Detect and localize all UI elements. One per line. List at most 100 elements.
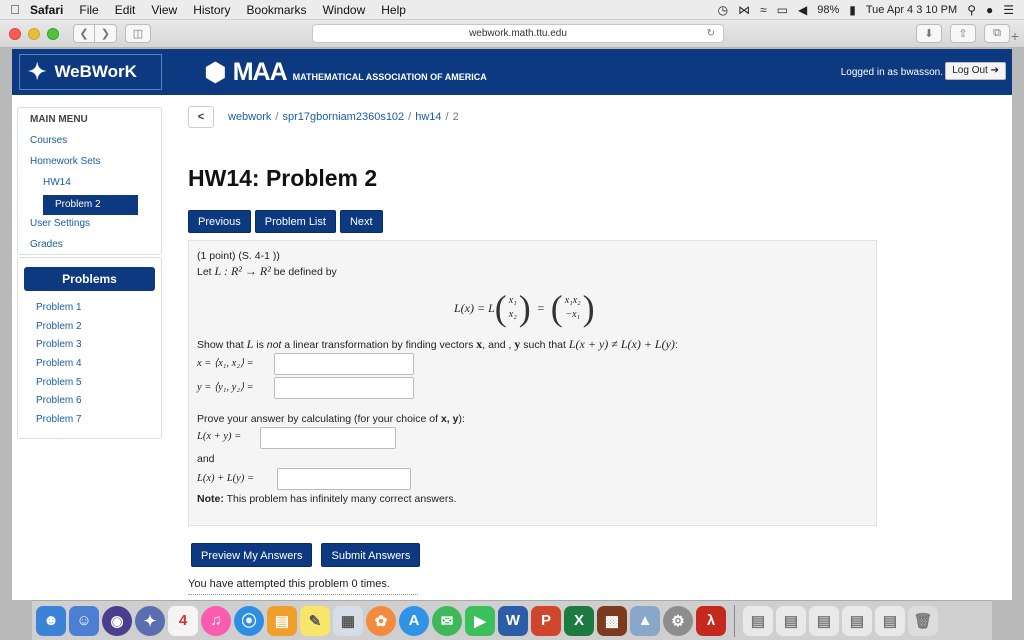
app-store-icon[interactable]: A xyxy=(399,605,429,636)
preview-app-icon[interactable]: ▲ xyxy=(630,605,660,636)
address-bar[interactable]: webwork.math.ttu.edu ↻ xyxy=(312,24,724,43)
login-status: Logged in as bwasson. xyxy=(840,67,943,78)
launchpad-icon[interactable]: ✦ xyxy=(135,605,165,636)
sidebar-item-problem-2[interactable]: Problem 2 xyxy=(43,195,138,215)
problem-list-button[interactable]: Problem List xyxy=(254,210,336,233)
webwork-logo[interactable]: ✦ WeBWorK xyxy=(19,54,162,90)
problem-link[interactable]: Problem 4 xyxy=(18,355,161,374)
menu-view[interactable]: View xyxy=(151,3,177,17)
prove-text: Prove your answer by calculating (for yo… xyxy=(197,413,441,425)
close-window-button[interactable] xyxy=(9,27,21,40)
trash-icon[interactable]: 🗑 xyxy=(908,605,938,636)
itunes-icon[interactable]: ♫ xyxy=(201,605,231,636)
apple-menu-icon[interactable]:  xyxy=(0,2,30,17)
problem-link[interactable]: Problem 5 xyxy=(18,374,161,393)
preview-icon[interactable]: ▦ xyxy=(333,605,363,636)
breadcrumb: < webwork / spr17gborniam2360s102 / hw14… xyxy=(188,105,459,129)
back-icon[interactable]: ❮ xyxy=(73,24,95,43)
lxy-answer-input[interactable] xyxy=(260,427,396,449)
breadcrumb-separator: / xyxy=(408,111,412,123)
battery-icon[interactable]: ▮ xyxy=(849,3,856,17)
menu-bookmarks[interactable]: Bookmarks xyxy=(247,3,307,17)
notes-icon[interactable]: ✎ xyxy=(300,605,330,636)
ibooks-icon[interactable]: ▤ xyxy=(267,605,297,636)
sidebar-item-hw14[interactable]: HW14 xyxy=(18,174,161,195)
breadcrumb-course[interactable]: spr17gborniam2360s102 xyxy=(282,111,404,123)
problem-link[interactable]: Problem 2 xyxy=(18,318,161,337)
powerpoint-icon[interactable]: P xyxy=(531,605,561,636)
downloads-icon[interactable]: ⬇ xyxy=(916,24,942,43)
document-thumbnail-icon[interactable]: ▤ xyxy=(842,605,872,636)
document-thumbnail-icon[interactable]: ▤ xyxy=(776,605,806,636)
menu-safari[interactable]: Safari xyxy=(30,3,63,17)
facetime-icon[interactable]: ▶ xyxy=(465,605,495,636)
finder-icon[interactable]: ☺ xyxy=(69,605,99,636)
submit-answers-button[interactable]: Submit Answers xyxy=(321,543,421,567)
battery-percent[interactable]: 98% xyxy=(817,4,839,16)
x-answer-label: x = ⟨x₁, x₂⟩ = xyxy=(197,358,254,369)
preview-answers-button[interactable]: Preview My Answers xyxy=(191,543,313,567)
breadcrumb-webwork[interactable]: webwork xyxy=(228,111,271,123)
menu-file[interactable]: File xyxy=(79,3,98,17)
dock: ☻ ☺ ◉ ✦ 4 ♫ ⦿ ▤ ✎ ▦ ✿ A ✉ ▶ W P X ▩ ▲ ⚙ … xyxy=(32,600,992,640)
maa-icosahedron-icon: ⬢ xyxy=(204,56,227,87)
breadcrumb-set[interactable]: hw14 xyxy=(415,111,441,123)
lx-ly-answer-input[interactable] xyxy=(277,468,411,490)
document-thumbnail-icon[interactable]: ▤ xyxy=(743,605,773,636)
time-machine-icon[interactable]: ◷ xyxy=(718,3,728,17)
problem-link[interactable]: Problem 6 xyxy=(18,392,161,411)
show-text: a linear transformation by finding vecto… xyxy=(281,339,477,351)
webwork-logo-text: WeBWorK xyxy=(54,62,137,81)
menu-edit[interactable]: Edit xyxy=(115,3,136,17)
sidebar-item-user-settings[interactable]: User Settings xyxy=(18,215,161,236)
bluetooth-icon[interactable]: ⋈ xyxy=(738,3,750,17)
problem-link[interactable]: Problem 3 xyxy=(18,336,161,355)
sidebar-item-courses[interactable]: Courses xyxy=(18,132,161,153)
problem-link[interactable]: Problem 1 xyxy=(18,299,161,318)
calendar-icon[interactable]: 4 xyxy=(168,605,198,636)
messages-icon[interactable]: ✉ xyxy=(432,605,462,636)
x-answer-input[interactable] xyxy=(274,353,414,375)
document-thumbnail-icon[interactable]: ▤ xyxy=(875,605,905,636)
messages-contact-icon[interactable]: ☻ xyxy=(36,605,66,636)
problems-panel-title: Problems xyxy=(24,267,155,291)
document-thumbnail-icon[interactable]: ▤ xyxy=(809,605,839,636)
sidebar-toggle-icon[interactable]: ◫ xyxy=(125,24,151,43)
menu-help[interactable]: Help xyxy=(381,3,406,17)
sidebar-item-grades[interactable]: Grades xyxy=(18,236,161,257)
photos-icon[interactable]: ✿ xyxy=(366,605,396,636)
zoom-window-button[interactable] xyxy=(47,27,59,40)
volume-icon[interactable]: ◀ xyxy=(798,3,807,17)
siri-icon[interactable]: ● xyxy=(986,3,993,17)
logout-button[interactable]: Log Out ➔ xyxy=(945,62,1006,80)
acrobat-icon[interactable]: λ xyxy=(696,605,726,636)
note-text: This problem has infinitely many correct… xyxy=(223,493,457,505)
maa-logo[interactable]: ⬢ MAA MATHEMATICAL ASSOCIATION OF AMERIC… xyxy=(204,57,487,88)
forward-icon[interactable]: ❯ xyxy=(95,24,117,43)
safari-icon[interactable]: ⦿ xyxy=(234,605,264,636)
problem-link[interactable]: Problem 7 xyxy=(18,411,161,430)
next-button[interactable]: Next xyxy=(339,210,383,233)
photo-booth-icon[interactable]: ▩ xyxy=(597,605,627,636)
breadcrumb-current: 2 xyxy=(452,111,459,123)
excel-icon[interactable]: X xyxy=(564,605,594,636)
system-preferences-icon[interactable]: ⚙ xyxy=(663,605,693,636)
wifi-icon[interactable]: ≈ xyxy=(760,3,767,17)
y-answer-input[interactable] xyxy=(274,377,414,399)
sidebar-item-homework-sets[interactable]: Homework Sets xyxy=(18,153,161,174)
previous-button[interactable]: Previous xyxy=(188,210,251,233)
breadcrumb-back-button[interactable]: < xyxy=(188,106,214,128)
new-tab-icon[interactable]: + xyxy=(1006,28,1024,46)
word-icon[interactable]: W xyxy=(498,605,528,636)
reload-icon[interactable]: ↻ xyxy=(707,25,715,42)
menu-history[interactable]: History xyxy=(193,3,230,17)
spotlight-search-icon[interactable]: ⚲ xyxy=(967,3,976,17)
menu-window[interactable]: Window xyxy=(323,3,366,17)
share-icon[interactable]: ⇧ xyxy=(950,24,976,43)
minimize-window-button[interactable] xyxy=(28,27,40,40)
notification-center-icon[interactable]: ☰ xyxy=(1003,3,1014,17)
show-text: Show that xyxy=(197,339,247,351)
clock[interactable]: Tue Apr 4 3 10 PM xyxy=(866,4,957,16)
airplay-icon[interactable]: ▭ xyxy=(777,3,788,17)
siri-icon[interactable]: ◉ xyxy=(102,605,132,636)
